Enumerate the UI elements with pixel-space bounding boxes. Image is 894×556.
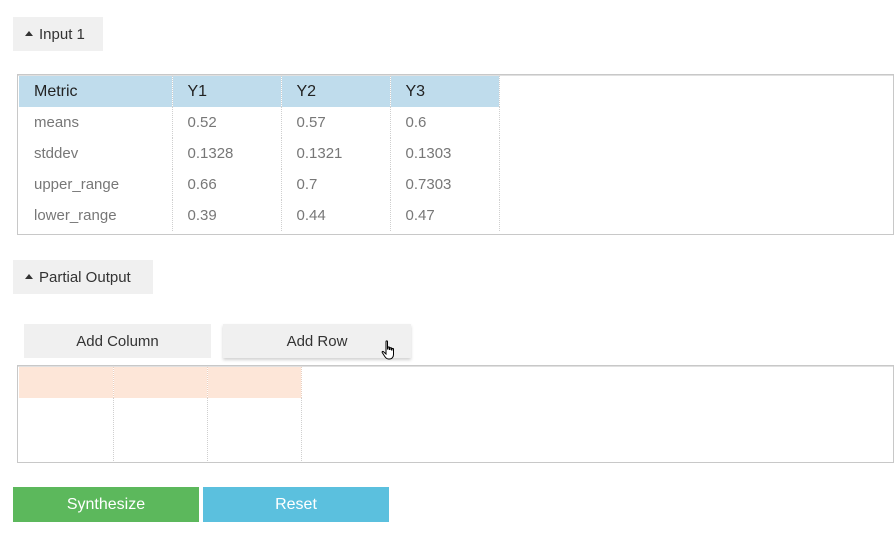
table-cell[interactable]: [207, 398, 302, 461]
column-header-metric[interactable]: Metric: [19, 76, 173, 107]
table-header-row: Metric Y1 Y2 Y3: [19, 76, 500, 107]
output-section-label: Partial Output: [39, 268, 131, 286]
input-table: Metric Y1 Y2 Y3 means 0.52 0.57 0.6 stdd…: [19, 76, 500, 231]
table-cell[interactable]: 0.1328: [172, 138, 282, 169]
hand-pointer-icon: [381, 340, 394, 360]
synthesize-button[interactable]: Synthesize: [13, 487, 199, 522]
table-cell[interactable]: 0.47: [390, 200, 500, 231]
table-row: [19, 398, 302, 461]
table-cell[interactable]: 0.66: [172, 169, 282, 200]
table-cell[interactable]: [19, 398, 114, 461]
column-header-y2[interactable]: Y2: [281, 76, 391, 107]
table-row: upper_range 0.66 0.7 0.7303: [19, 169, 500, 200]
table-cell[interactable]: 0.1303: [390, 138, 500, 169]
table-cell[interactable]: 0.7: [281, 169, 391, 200]
input-table-frame: Metric Y1 Y2 Y3 means 0.52 0.57 0.6 stdd…: [17, 74, 894, 235]
output-table-frame: [17, 365, 894, 463]
table-cell[interactable]: 0.7303: [390, 169, 500, 200]
table-cell[interactable]: 0.57: [281, 107, 391, 138]
table-cell[interactable]: 0.1321: [281, 138, 391, 169]
input-section-label: Input 1: [39, 25, 85, 43]
table-row: means 0.52 0.57 0.6: [19, 107, 500, 138]
table-cell[interactable]: 0.44: [281, 200, 391, 231]
column-header-y3[interactable]: Y3: [390, 76, 500, 107]
output-table: [19, 367, 302, 461]
collapse-triangle-icon: [25, 273, 33, 279]
output-section-toggle[interactable]: Partial Output: [13, 260, 153, 294]
add-column-button[interactable]: Add Column: [24, 324, 211, 358]
reset-button[interactable]: Reset: [203, 487, 389, 522]
input-section-toggle[interactable]: Input 1: [13, 17, 103, 51]
table-row: lower_range 0.39 0.44 0.47: [19, 200, 500, 231]
table-cell[interactable]: stddev: [19, 138, 173, 169]
table-cell[interactable]: 0.52: [172, 107, 282, 138]
column-header-y1[interactable]: Y1: [172, 76, 282, 107]
table-cell[interactable]: 0.6: [390, 107, 500, 138]
table-header-cell[interactable]: [19, 367, 114, 398]
table-cell[interactable]: 0.39: [172, 200, 282, 231]
table-header-cell[interactable]: [113, 367, 208, 398]
table-cell[interactable]: upper_range: [19, 169, 173, 200]
table-cell[interactable]: means: [19, 107, 173, 138]
table-header-cell[interactable]: [207, 367, 302, 398]
table-header-row: [19, 367, 302, 398]
table-row: stddev 0.1328 0.1321 0.1303: [19, 138, 500, 169]
table-cell[interactable]: lower_range: [19, 200, 173, 231]
collapse-triangle-icon: [25, 30, 33, 36]
table-cell[interactable]: [113, 398, 208, 461]
